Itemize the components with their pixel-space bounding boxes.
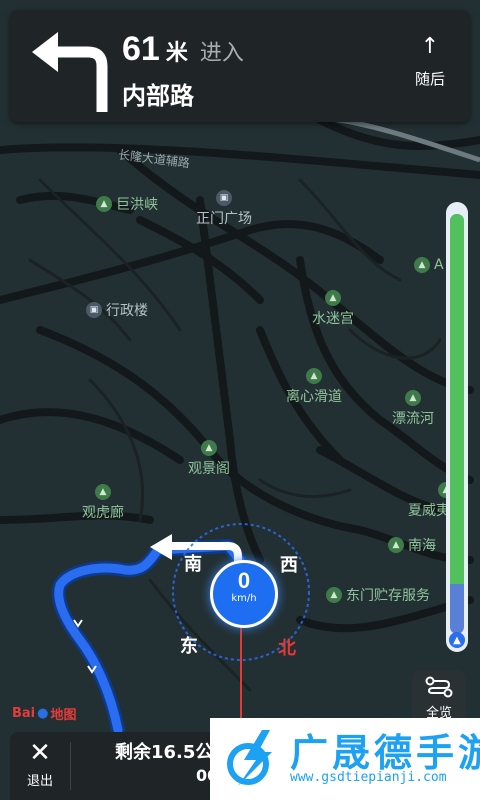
distance-unit: 米 xyxy=(165,41,188,66)
poi-jujunxia[interactable]: ▲ 巨洪峡 xyxy=(96,194,158,214)
compass-north: 北 xyxy=(278,638,296,659)
poi-hawaii[interactable]: 夏威夷 xyxy=(408,500,450,520)
park-icon: ▲ xyxy=(95,484,111,500)
park-icon: ▲ xyxy=(405,390,421,406)
watermark-logo-icon xyxy=(227,730,272,786)
poi-centrifugal-slide[interactable]: ▲ 离心滑道 xyxy=(286,368,342,406)
poi-label: 观虎廊 xyxy=(82,505,124,521)
poi-label: 离心滑道 xyxy=(286,389,342,405)
route-progress-track xyxy=(450,214,464,634)
distance-row: 61 米 进入 xyxy=(122,30,244,69)
turn-left-icon xyxy=(32,32,108,112)
compass-west: 西 xyxy=(280,555,298,576)
route-overview-icon xyxy=(425,676,453,698)
watermark-title: 广晟德手游 xyxy=(290,731,480,775)
park-icon: ▲ xyxy=(96,196,112,212)
turn-action: 进入 xyxy=(199,41,244,66)
poi-water-maze[interactable]: ▲ 水迷宫 xyxy=(312,290,354,328)
poi-tiger-corridor[interactable]: ▲ 观虎廊 xyxy=(82,484,124,522)
follow-up-label: 随后 xyxy=(414,70,445,88)
baidu-logo-text: Bai xyxy=(12,706,36,721)
park-icon: ▲ xyxy=(414,257,430,273)
poi-viewing-pavilion[interactable]: ▲ 观景阁 xyxy=(188,440,230,478)
poi-label: 夏威夷 xyxy=(408,503,450,519)
compass-south: 南 xyxy=(184,554,202,575)
poi-label: 巨洪峡 xyxy=(116,197,158,213)
poi-label: 漂流河 xyxy=(392,411,434,427)
watermark-url: www.gsdtiepianji.com xyxy=(290,770,447,785)
navigation-instruction-card[interactable]: 61 米 进入 内部路 ↑ 随后 xyxy=(10,10,470,122)
poi-a-marker[interactable]: ▲ A xyxy=(414,257,444,273)
poi-main-gate-square[interactable]: ▣ 正门广场 xyxy=(196,190,252,228)
speed-indicator: 0 km/h xyxy=(210,560,278,628)
poi-label: 观景阁 xyxy=(188,461,230,477)
poi-label: A xyxy=(434,257,444,273)
poi-label: 行政楼 xyxy=(106,303,148,319)
building-icon: ▣ xyxy=(86,302,102,318)
divider xyxy=(70,742,71,790)
follow-up-instruction[interactable]: ↑ 随后 xyxy=(408,36,452,89)
compass-east: 东 xyxy=(180,636,198,657)
next-road-name: 内部路 xyxy=(122,82,194,110)
route-progress-bar: ▲ xyxy=(446,202,468,652)
poi-label: 水迷宫 xyxy=(312,311,354,327)
poi-rafting-river[interactable]: ▲ 漂流河 xyxy=(392,390,434,428)
exit-navigation-button[interactable]: ✕ 退出 xyxy=(10,732,70,800)
park-icon: ▲ xyxy=(201,440,217,456)
watermark-banner: 广晟德手游 www.gsdtiepianji.com xyxy=(210,718,480,800)
park-icon: ▲ xyxy=(306,368,322,384)
park-icon: ▲ xyxy=(388,537,404,553)
speed-unit: km/h xyxy=(231,593,257,604)
poi-admin-building[interactable]: ▣ 行政楼 xyxy=(86,300,148,320)
exit-label: 退出 xyxy=(26,774,53,789)
route-progress-remaining xyxy=(450,214,464,584)
poi-label: 正门广场 xyxy=(196,211,252,227)
park-icon: ▲ xyxy=(325,290,341,306)
close-icon: ✕ xyxy=(29,738,51,768)
park-icon: ▲ xyxy=(326,587,342,603)
straight-arrow-icon: ↑ xyxy=(420,34,440,59)
poi-east-gate-storage[interactable]: ▲ 东门贮存服务 xyxy=(326,585,430,605)
building-icon: ▣ xyxy=(216,190,232,206)
poi-label: 南海 xyxy=(408,538,436,554)
remaining-distance: 剩余16.5公 xyxy=(115,742,214,763)
poi-south-sea[interactable]: ▲ 南海 xyxy=(388,535,436,555)
overview-button[interactable]: 全览 xyxy=(412,670,466,724)
paw-icon: ● xyxy=(37,706,49,721)
baidu-map-logo: Bai ● 地图 xyxy=(12,704,77,723)
distance-value: 61 xyxy=(122,30,160,68)
baidu-logo-suffix: 地图 xyxy=(50,708,77,723)
speed-value: 0 xyxy=(237,568,251,593)
poi-label: 东门贮存服务 xyxy=(346,588,430,604)
current-position-icon: ▲ xyxy=(449,632,465,648)
